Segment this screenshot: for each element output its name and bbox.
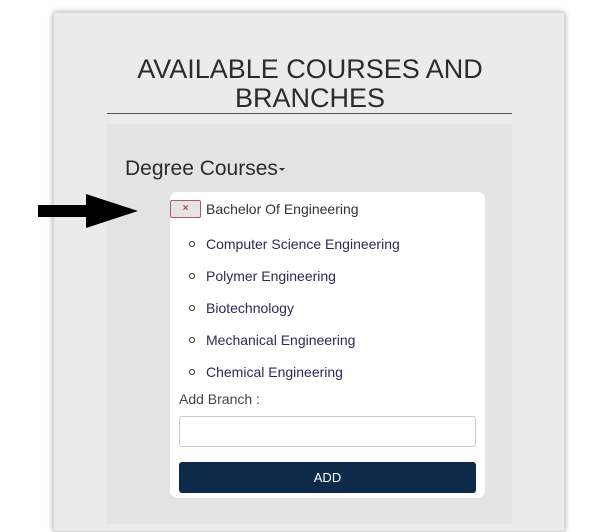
circle-bullet-icon bbox=[189, 241, 195, 247]
list-item: Polymer Engineering bbox=[189, 260, 400, 292]
title-divider bbox=[107, 113, 512, 114]
add-branch-label: Add Branch : bbox=[179, 391, 260, 407]
degree-row: × Bachelor Of Engineering bbox=[170, 199, 359, 219]
circle-bullet-icon bbox=[189, 369, 195, 375]
close-icon: × bbox=[182, 203, 189, 214]
right-arrow-icon bbox=[38, 194, 138, 228]
branch-link[interactable]: Polymer Engineering bbox=[206, 268, 336, 284]
degree-name: Bachelor Of Engineering bbox=[206, 201, 359, 217]
list-item: Biotechnology bbox=[189, 292, 400, 324]
branch-link[interactable]: Mechanical Engineering bbox=[206, 332, 355, 348]
list-item: Computer Science Engineering bbox=[189, 228, 400, 260]
branch-link[interactable]: Biotechnology bbox=[206, 300, 294, 316]
circle-bullet-icon bbox=[189, 273, 195, 279]
caret-down-icon bbox=[278, 167, 285, 171]
list-item: Mechanical Engineering bbox=[189, 324, 400, 356]
list-item: Chemical Engineering bbox=[189, 356, 400, 388]
circle-bullet-icon bbox=[189, 305, 195, 311]
add-branch-input[interactable] bbox=[179, 416, 476, 447]
degree-courses-dropdown[interactable]: Degree Courses bbox=[125, 157, 285, 181]
branch-list: Computer Science Engineering Polymer Eng… bbox=[189, 228, 400, 388]
page-title: AVAILABLE COURSES AND BRANCHES bbox=[137, 54, 483, 113]
branch-link[interactable]: Computer Science Engineering bbox=[206, 236, 400, 252]
section-title-label: Degree Courses bbox=[125, 157, 278, 180]
branch-link[interactable]: Chemical Engineering bbox=[206, 364, 343, 380]
circle-bullet-icon bbox=[189, 337, 195, 343]
remove-degree-button[interactable]: × bbox=[170, 200, 201, 218]
add-button[interactable]: ADD bbox=[179, 462, 476, 493]
